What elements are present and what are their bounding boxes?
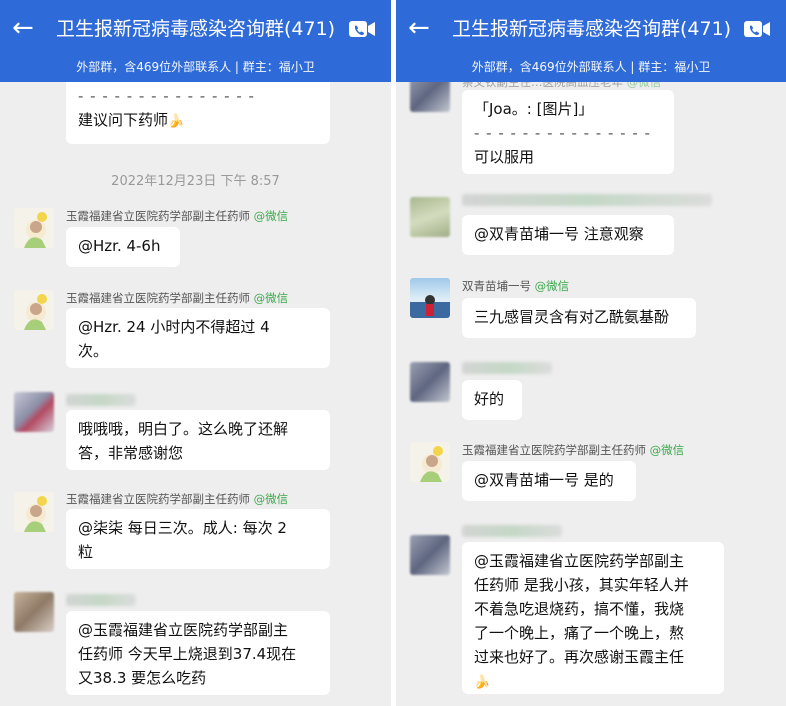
message-bubble[interactable]: @Hzr. 24 小时内不得超过 4 次。 (66, 308, 330, 368)
message-bubble[interactable]: @玉霞福建省立医院药学部副主 任药师 今天早上烧退到37.4现在 又38.3 要… (66, 611, 330, 695)
back-arrow-icon[interactable]: ← (12, 14, 34, 42)
chat-header: ← 卫生报新冠病毒感染咨询群(471) 外部群，含469位外部联系人 | 群主：… (396, 0, 786, 82)
message-bubble[interactable]: @玉霞福建省立医院药学部副主 任药师 是我小孩，其实年轻人并 不着急吃退烧药，搞… (462, 542, 724, 694)
sender-name-blurred (66, 594, 136, 606)
message-bubble[interactable]: @Hzr. 4-6h (66, 227, 180, 267)
avatar[interactable] (14, 208, 54, 248)
group-title: 卫生报新冠病毒感染咨询群(471) (452, 18, 732, 40)
message-text: @玉霞福建省立医院药学部副主 任药师 是我小孩，其实年轻人并 不着急吃退烧药，搞… (474, 552, 689, 666)
quoted-message: 「Joa。: [图片]」 (474, 100, 594, 118)
sender-name-blurred (462, 362, 552, 374)
avatar[interactable] (410, 535, 450, 575)
message-bubble[interactable]: - - - - - - - - - - - - - - - 建议问下药师🍌 (66, 78, 330, 144)
quote-divider: - - - - - - - - - - - - - - - (474, 124, 651, 142)
sender-name: 玉霞福建省立医院药学部副主任药师 @微信 (66, 492, 289, 506)
message-bubble[interactable]: @柒柒 每日三次。成人: 每次 2 粒 (66, 509, 330, 569)
message-text: @Hzr. 24 小时内不得超过 4 次。 (78, 318, 270, 360)
quote-divider: - - - - - - - - - - - - - - - (78, 87, 255, 105)
message-text: 哦哦哦，明白了。这么晚了还解 答，非常感谢您 (78, 420, 289, 462)
message-text: @双青苗埔一号 注意观察 (474, 225, 644, 243)
sender-name: 双青苗埔一号 @微信 (462, 279, 570, 293)
avatar[interactable] (14, 392, 54, 432)
group-subtitle: 外部群，含469位外部联系人 | 群主：福小卫 (76, 60, 315, 74)
sender-name-blurred (462, 525, 562, 537)
message-text: @玉霞福建省立医院药学部副主 任药师 今天早上烧退到37.4现在 又38.3 要… (78, 621, 297, 687)
sender-name: 玉霞福建省立医院药学部副主任药师 @微信 (66, 291, 289, 305)
message-text: @Hzr. 4-6h (78, 237, 161, 255)
message-bubble[interactable]: @双青苗埔一号 注意观察 (462, 215, 674, 255)
avatar[interactable] (410, 278, 450, 318)
chat-header: ← 卫生报新冠病毒感染咨询群(471) 外部群，含469位外部联系人 | 群主：… (0, 0, 391, 82)
avatar[interactable] (14, 592, 54, 632)
message-text: @双青苗埔一号 是的 (474, 471, 614, 489)
message-text: 可以服用 (474, 148, 535, 166)
message-bubble[interactable]: @双青苗埔一号 是的 (462, 461, 636, 501)
avatar[interactable] (410, 442, 450, 482)
video-call-icon[interactable] (744, 20, 770, 38)
sender-name-blurred (66, 394, 136, 406)
sender-name-blurred (462, 194, 712, 206)
back-arrow-icon[interactable]: ← (408, 14, 430, 42)
banana-emoji-icon: 🍌 (168, 114, 185, 129)
avatar[interactable] (14, 492, 54, 532)
message-bubble[interactable]: 「Joa。: [图片]」 - - - - - - - - - - - - - -… (462, 90, 674, 174)
avatar[interactable] (410, 197, 450, 237)
avatar[interactable] (14, 290, 54, 330)
video-call-icon[interactable] (349, 20, 375, 38)
group-title: 卫生报新冠病毒感染咨询群(471) (56, 18, 336, 40)
message-bubble[interactable]: 三九感冒灵含有对乙酰氨基酚 (462, 298, 696, 338)
message-text: 好的 (474, 390, 505, 408)
group-subtitle: 外部群，含469位外部联系人 | 群主：福小卫 (471, 60, 711, 74)
message-text: @柒柒 每日三次。成人: 每次 2 粒 (78, 519, 287, 561)
message-text: 三九感冒灵含有对乙酰氨基酚 (474, 308, 670, 326)
message-text: 建议问下药师 (78, 111, 169, 129)
sender-name: 玉霞福建省立医院药学部副主任药师 @微信 (66, 209, 289, 223)
chat-panel-left: ← 卫生报新冠病毒感染咨询群(471) 外部群，含469位外部联系人 | 群主：… (0, 0, 391, 706)
message-bubble[interactable]: 好的 (462, 380, 522, 420)
sender-name: 玉霞福建省立医院药学部副主任药师 @微信 (462, 443, 685, 457)
message-bubble[interactable]: 哦哦哦，明白了。这么晚了还解 答，非常感谢您 (66, 410, 330, 470)
timestamp: 2022年12月23日 下午 8:57 (111, 174, 280, 189)
chat-panel-right: ← 卫生报新冠病毒感染咨询群(471) 外部群，含469位外部联系人 | 群主：… (396, 0, 786, 706)
avatar[interactable] (410, 362, 450, 402)
banana-emoji-icon: 🍌 (474, 675, 491, 690)
